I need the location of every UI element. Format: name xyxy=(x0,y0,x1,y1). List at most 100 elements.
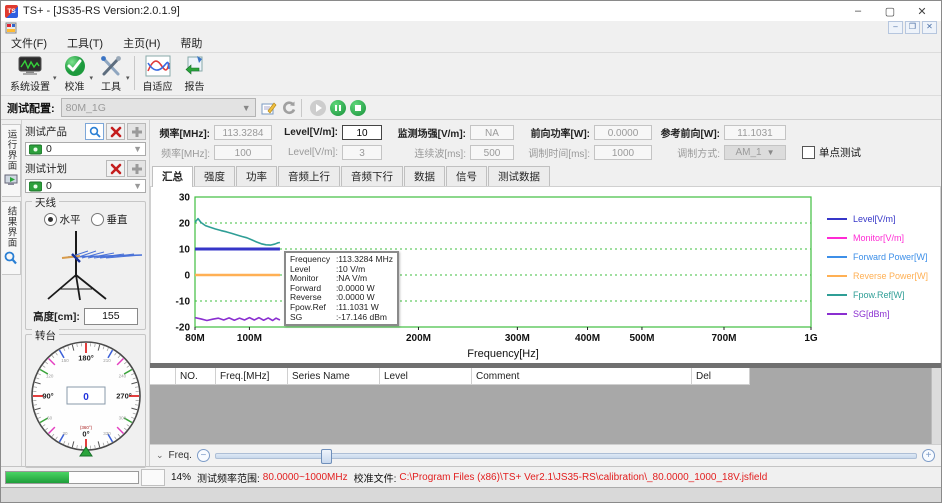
toolbar-button-2[interactable]: 校准 xyxy=(58,54,92,94)
tab-3[interactable]: 功率 xyxy=(236,166,277,186)
param-label: 监测场强[V/m]: xyxy=(388,125,470,140)
chevron-down-icon: ▼ xyxy=(133,144,142,154)
tab-7[interactable]: 信号 xyxy=(446,166,487,186)
toolbar-button-3[interactable]: 工具 xyxy=(94,54,128,94)
toolbar-button-label: 系统设置 xyxy=(10,78,50,93)
table-header-cell[interactable]: Freq.[MHz] xyxy=(216,368,288,385)
calibration-file-label: 校准文件: xyxy=(354,470,397,485)
legend-line-swatch xyxy=(827,275,847,277)
chart-area[interactable]: 3020100-10-2080M100M200M300M400M500M700M… xyxy=(151,187,819,363)
mdi-restore-button[interactable]: ❐ xyxy=(905,21,920,34)
refresh-button[interactable] xyxy=(281,100,297,116)
svg-text:Frequency[Hz]: Frequency[Hz] xyxy=(467,348,539,360)
tab-5[interactable]: 音频下行 xyxy=(341,166,403,186)
toolbar-button-4[interactable]: 自适应 xyxy=(138,54,178,94)
legend-label: Forward Power[W] xyxy=(853,252,928,262)
param-input: 1000 xyxy=(594,145,652,160)
chevron-down-icon: ▼ xyxy=(242,103,251,113)
svg-text:270°: 270° xyxy=(116,392,132,401)
dropdown-arrow-icon[interactable]: ▾ xyxy=(90,74,94,82)
menu-item[interactable]: 主页(H) xyxy=(113,35,170,51)
svg-text:1G: 1G xyxy=(804,333,818,344)
param-value: 1000 xyxy=(612,148,634,159)
side-tab-result[interactable]: 结果界面 xyxy=(2,201,21,275)
param-input[interactable]: 10 xyxy=(342,125,382,140)
single-point-checkbox[interactable]: 单点测试 xyxy=(802,145,861,160)
table-header-cell[interactable]: NO. xyxy=(176,368,216,385)
svg-text:400M: 400M xyxy=(575,333,600,344)
close-button[interactable]: ✕ xyxy=(915,5,929,18)
zoom-in-icon[interactable]: + xyxy=(922,449,935,462)
toolbar-button-label: 报告 xyxy=(185,78,205,93)
stop-button[interactable] xyxy=(350,100,366,116)
legend-item: SG[dBm] xyxy=(819,304,940,323)
table-header-cell[interactable]: Comment xyxy=(472,368,692,385)
edit-config-button[interactable] xyxy=(260,100,277,116)
polarization-vertical-radio[interactable]: 垂直 xyxy=(91,212,128,227)
side-tab-run[interactable]: 运行界面 xyxy=(2,124,21,197)
add-plan-button[interactable] xyxy=(127,160,146,177)
delete-product-button[interactable] xyxy=(106,123,125,140)
tab-2[interactable]: 强度 xyxy=(194,166,235,186)
tab-8[interactable]: 测试数据 xyxy=(488,166,550,186)
chevron-down-icon[interactable]: ⌄ xyxy=(156,450,164,461)
antenna-height-input[interactable]: 155 xyxy=(84,308,138,325)
mdi-close-button[interactable]: ✕ xyxy=(922,21,937,34)
test-product-select[interactable]: 0 ▼ xyxy=(25,142,146,156)
tab-6[interactable]: 数据 xyxy=(404,166,445,186)
menu-bar: 文件(F)工具(T)主页(H)帮助 xyxy=(1,34,941,53)
table-header-cell[interactable]: Series Name xyxy=(288,368,380,385)
test-config-select[interactable]: 80M_1G ▼ xyxy=(61,98,256,117)
adaptive-icon xyxy=(145,55,171,77)
pause-button[interactable] xyxy=(330,100,346,116)
turntable-dial[interactable]: 180°210240270°3003300°306090°120150(360°… xyxy=(27,337,145,463)
svg-text:240: 240 xyxy=(118,374,126,379)
menu-item[interactable]: 帮助 xyxy=(170,35,212,51)
svg-text:10: 10 xyxy=(179,245,191,256)
table-header-cell[interactable]: Level xyxy=(380,368,472,385)
menu-item[interactable]: 文件(F) xyxy=(1,35,57,51)
polarization-horizontal-radio[interactable]: 水平 xyxy=(44,212,81,227)
param-value: NA xyxy=(485,128,499,139)
delete-plan-button[interactable] xyxy=(106,160,125,177)
param-input: 500 xyxy=(470,145,514,160)
dropdown-arrow-icon[interactable]: ▾ xyxy=(53,74,57,82)
param-label: 频率[MHz]: xyxy=(154,145,214,160)
param-select[interactable]: AM_1▼ xyxy=(724,145,786,160)
param-value: 100 xyxy=(235,148,252,159)
zoom-out-icon[interactable]: − xyxy=(197,449,210,462)
table-scrollbar[interactable] xyxy=(931,368,941,444)
table-header-cell[interactable] xyxy=(150,368,176,385)
plan-value: 0 xyxy=(46,180,52,192)
maximize-button[interactable]: ▢ xyxy=(883,5,897,18)
add-product-button[interactable] xyxy=(127,123,146,140)
menu-item[interactable]: 工具(T) xyxy=(57,35,113,51)
toolbar-button-5[interactable]: 报告 xyxy=(178,54,212,94)
param-label: 调制方式: xyxy=(658,145,724,160)
freq-slider-track[interactable] xyxy=(215,453,917,459)
legend-item: Level[V/m] xyxy=(819,209,940,228)
param-value: 0.0000 xyxy=(608,128,639,139)
tab-1[interactable]: 汇总 xyxy=(152,166,193,187)
mdi-minimize-button[interactable]: – xyxy=(888,21,903,34)
search-product-button[interactable] xyxy=(85,123,104,140)
mdi-child-bar: – ❐ ✕ xyxy=(1,21,941,34)
test-plan-select[interactable]: 0 ▼ xyxy=(25,179,146,193)
dropdown-arrow-icon[interactable]: ▾ xyxy=(126,74,130,82)
svg-text:180°: 180° xyxy=(78,354,94,363)
table-header-cell[interactable]: Del xyxy=(692,368,750,385)
test-config-label: 测试配置: xyxy=(7,100,55,116)
freq-range-value: 80.0000~1000MHz xyxy=(263,472,348,483)
antenna-group-title: 天线 xyxy=(32,195,59,210)
svg-text:-10: -10 xyxy=(176,297,191,308)
minimize-button[interactable]: – xyxy=(851,5,865,18)
chart-legend: Level[V/m]Monitor[V/m]Forward Power[W]Re… xyxy=(819,187,940,363)
toolbar-button-1[interactable]: 系统设置 xyxy=(5,54,55,94)
antenna-group: 天线 水平 垂直 xyxy=(25,201,146,330)
side-tab-label: 运行界面 xyxy=(4,129,18,171)
tab-4[interactable]: 音频上行 xyxy=(278,166,340,186)
start-button[interactable] xyxy=(310,100,326,116)
toolbar-button-label: 自适应 xyxy=(143,78,173,93)
freq-slider-thumb[interactable] xyxy=(321,449,332,464)
legend-line-swatch xyxy=(827,313,847,315)
